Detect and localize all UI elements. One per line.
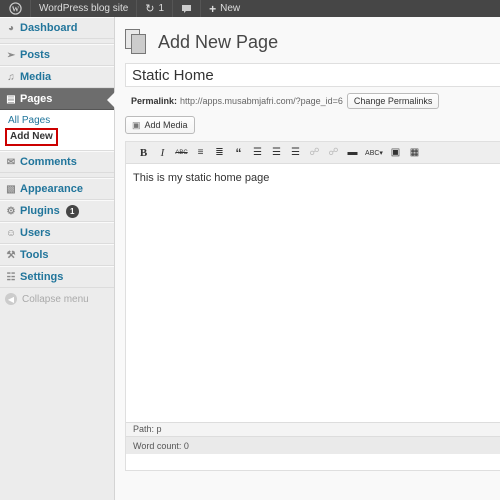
sidebar-item-posts[interactable]: ➢ Posts: [0, 44, 114, 66]
sidebar-item-label: Settings: [20, 271, 64, 283]
add-media-button[interactable]: ▣ Add Media: [125, 116, 195, 134]
updates-count: 1: [158, 3, 165, 14]
add-media-label: Add Media: [144, 120, 188, 130]
sidebar-item-label: Tools: [20, 249, 49, 261]
page-header: Add New Page: [125, 29, 278, 55]
comments-link[interactable]: [173, 0, 200, 17]
sidebar-item-label: Posts: [20, 49, 50, 61]
sidebar-item-label: Pages: [20, 93, 53, 105]
blockquote-icon[interactable]: “: [229, 145, 248, 161]
fullscreen-icon[interactable]: ▣: [386, 145, 405, 161]
post-title-input[interactable]: Static Home: [125, 63, 500, 87]
align-left-icon[interactable]: ☰: [248, 145, 267, 161]
spellcheck-icon[interactable]: ABC▾: [362, 145, 386, 161]
updates-icon: ↻: [145, 3, 155, 15]
sidebar-item-plugins[interactable]: ⚙ Plugins 1: [0, 200, 114, 222]
appearance-icon: ▧: [6, 183, 16, 195]
sidebar-item-comments[interactable]: ✉ Comments: [0, 151, 114, 173]
bulleted-list-icon[interactable]: ≡: [191, 145, 210, 161]
collapse-menu-button[interactable]: ◀ Collapse menu: [0, 288, 114, 310]
sidebar-item-pages[interactable]: ▤ Pages: [0, 88, 115, 110]
admin-sidebar: ◕ Dashboard ➢ Posts ♫ Media ▤ Pages All …: [0, 17, 115, 500]
content-editor: B I ABC ≡ ≣ “ ☰ ☰ ☰ ☍ ☍ ▬ ABC▾ ▣ ▦ This …: [125, 141, 500, 471]
page-title: Add New Page: [158, 31, 279, 52]
site-name-link[interactable]: WordPress blog site: [31, 0, 136, 17]
sidebar-item-label: Media: [20, 71, 52, 83]
word-count: Word count: 0: [126, 436, 500, 454]
permalink-url: http://apps.musabmjafri.com/?page_id=6: [180, 96, 343, 106]
add-media-icon: ▣: [132, 119, 141, 130]
editor-toolbar: B I ABC ≡ ≣ “ ☰ ☰ ☰ ☍ ☍ ▬ ABC▾ ▣ ▦: [126, 142, 500, 164]
insert-more-tag-icon[interactable]: ▬: [343, 145, 362, 161]
main-content: Add New Page Static Home Permalink: http…: [115, 17, 500, 500]
settings-icon: ☷: [6, 271, 16, 283]
sidebar-item-tools[interactable]: ⚒ Tools: [0, 244, 114, 266]
pages-icon: ▤: [6, 93, 16, 105]
submenu-all-pages[interactable]: All Pages: [8, 113, 114, 128]
bold-icon[interactable]: B: [134, 145, 153, 161]
strikethrough-icon[interactable]: ABC: [172, 145, 191, 161]
new-content-link[interactable]: + New: [201, 0, 248, 17]
editor-text-area[interactable]: This is my static home page: [126, 164, 500, 422]
page-icon: [125, 29, 149, 55]
remove-link-icon[interactable]: ☍: [324, 145, 343, 161]
plus-icon: +: [209, 1, 217, 16]
dashboard-icon: ◕: [7, 22, 15, 34]
comment-bubble-icon: [182, 4, 192, 13]
sidebar-item-label: Plugins: [20, 205, 60, 217]
align-right-icon[interactable]: ☰: [286, 145, 305, 161]
sidebar-item-users[interactable]: ☺ Users: [0, 222, 114, 244]
submenu-add-new[interactable]: Add New: [5, 128, 58, 146]
kitchen-sink-icon[interactable]: ▦: [405, 145, 424, 161]
sidebar-item-label: Users: [20, 227, 51, 239]
sidebar-item-settings[interactable]: ☷ Settings: [0, 266, 114, 288]
pages-submenu: All Pages Add New: [0, 110, 114, 151]
plugin-icon: ⚙: [6, 205, 16, 217]
users-icon: ☺: [5, 227, 17, 239]
insert-link-icon[interactable]: ☍: [305, 145, 324, 161]
italic-icon[interactable]: I: [153, 145, 172, 161]
media-icon: ♫: [7, 71, 15, 83]
permalink-label: Permalink:: [131, 96, 178, 106]
align-center-icon[interactable]: ☰: [267, 145, 286, 161]
new-label: New: [220, 3, 241, 14]
editor-path: Path: p: [126, 422, 500, 436]
sidebar-item-appearance[interactable]: ▧ Appearance: [0, 178, 114, 200]
svg-text:W: W: [11, 4, 19, 13]
admin-bar: W WordPress blog site ↻ 1 + New: [0, 0, 500, 17]
wordpress-logo-icon[interactable]: W: [0, 0, 30, 17]
comment-icon: ✉: [6, 156, 16, 168]
change-permalinks-button[interactable]: Change Permalinks: [346, 93, 440, 109]
collapse-arrow-icon: ◀: [5, 293, 17, 305]
numbered-list-icon[interactable]: ≣: [210, 145, 229, 161]
sidebar-item-label: Appearance: [20, 183, 83, 195]
sidebar-item-label: Comments: [20, 156, 77, 168]
pushpin-icon: ➢: [6, 49, 16, 61]
updates-link[interactable]: ↻ 1: [137, 0, 172, 17]
sidebar-item-dashboard[interactable]: ◕ Dashboard: [0, 17, 114, 39]
plugins-update-badge: 1: [65, 204, 79, 218]
permalink-row: Permalink: http://apps.musabmjafri.com/?…: [131, 93, 440, 109]
tools-icon: ⚒: [6, 249, 16, 261]
sidebar-item-label: Dashboard: [20, 22, 78, 34]
sidebar-item-media[interactable]: ♫ Media: [0, 66, 114, 88]
collapse-menu-label: Collapse menu: [22, 293, 89, 305]
